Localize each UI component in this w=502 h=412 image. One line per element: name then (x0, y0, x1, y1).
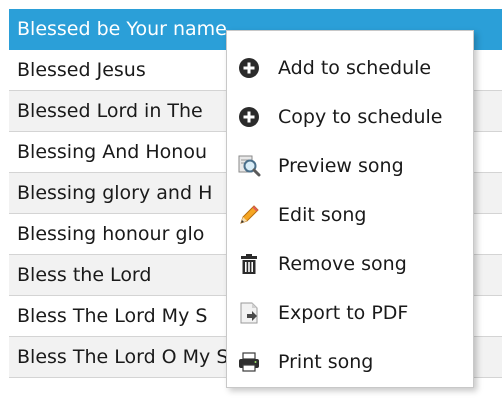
menu-item-label: Remove song (278, 252, 407, 275)
song-title: Bless the Lord (17, 264, 152, 286)
song-title: Blessed Jesus (17, 59, 146, 81)
menu-item-label: Add to schedule (278, 56, 432, 79)
menu-item-label: Print song (278, 350, 374, 373)
song-title: Bless The Lord My S (17, 305, 208, 327)
trash-icon (237, 252, 261, 276)
menu-item-label: Copy to schedule (278, 105, 443, 128)
menu-item-label: Export to PDF (278, 301, 409, 324)
song-context-menu: Add to schedule Copy to schedule Preview… (226, 30, 474, 388)
magnifier-preview-icon (237, 154, 261, 178)
plus-circle-icon (237, 56, 261, 80)
song-title: Blessed be Your name (17, 18, 227, 40)
menu-item-export-to-pdf[interactable]: Export to PDF (227, 288, 473, 337)
menu-item-remove-song[interactable]: Remove song (227, 239, 473, 288)
menu-item-label: Preview song (278, 154, 404, 177)
menu-item-preview-song[interactable]: Preview song (227, 141, 473, 190)
plus-circle-icon (237, 105, 261, 129)
song-title: Blessing glory and H (17, 182, 213, 204)
song-title: Blessing honour glo (17, 223, 205, 245)
song-title: Blessed Lord in The (17, 100, 203, 122)
menu-item-copy-to-schedule[interactable]: Copy to schedule (227, 92, 473, 141)
menu-item-edit-song[interactable]: Edit song (227, 190, 473, 239)
menu-item-add-to-schedule[interactable]: Add to schedule (227, 43, 473, 92)
menu-item-label: Edit song (278, 203, 367, 226)
song-title: Bless The Lord O My Soul (17, 346, 258, 368)
menu-item-print-song[interactable]: Print song (227, 337, 473, 386)
pencil-icon (237, 203, 261, 227)
song-title: Blessing And Honou (17, 141, 207, 163)
printer-icon (237, 350, 261, 374)
document-export-icon (237, 301, 261, 325)
